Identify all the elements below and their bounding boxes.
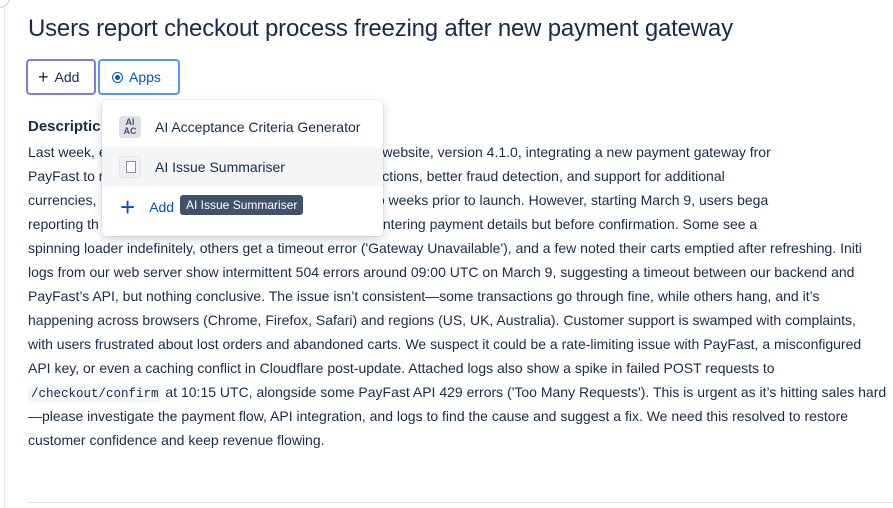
- description-line: happening across browsers (Chrome, Firef…: [28, 312, 856, 328]
- collapse-chevron-icon[interactable]: ›: [0, 0, 10, 8]
- description-line: —please investigate the payment flow, AP…: [28, 408, 849, 424]
- description-line: /checkout/confirm at 10:15 UTC, alongsid…: [28, 380, 893, 404]
- plus-icon: +: [38, 67, 49, 87]
- plus-icon: +: [120, 192, 136, 222]
- apps-dropdown-menu: AI AC AI Acceptance Criteria Generator A…: [102, 100, 383, 236]
- section-divider: [28, 502, 893, 503]
- issue-title[interactable]: Users report checkout process freezing a…: [28, 15, 733, 43]
- menu-item-ai-issue-summariser[interactable]: AI Issue Summariser: [102, 147, 383, 187]
- menu-item-label: AI Issue Summariser: [155, 159, 285, 175]
- inline-code: /checkout/confirm: [28, 386, 162, 402]
- description-line: with users frustrated about lost orders …: [28, 336, 862, 352]
- description-line: spinning loader indefinitely, others get…: [28, 240, 862, 256]
- add-button[interactable]: + Add: [26, 59, 96, 95]
- add-button-label: Add: [54, 69, 80, 85]
- description-line: PayFast’s API, but nothing conclusive. T…: [28, 288, 820, 304]
- description-line: API key, or even a caching conflict in C…: [28, 360, 775, 376]
- description-line: customer confidence and keep revenue flo…: [28, 432, 325, 448]
- menu-item-label: AI Acceptance Criteria Generator: [155, 119, 361, 135]
- panel-left-border: [4, 0, 5, 508]
- description-heading: Descriptic: [28, 118, 101, 135]
- menu-item-label: Add: [149, 199, 175, 215]
- apps-icon: [112, 71, 123, 83]
- summariser-icon: [119, 156, 141, 178]
- ac-icon: AI AC: [119, 116, 141, 138]
- tooltip: AI Issue Summariser: [180, 195, 304, 215]
- apps-button-label: Apps: [129, 69, 161, 85]
- menu-item-ai-acceptance-criteria-generator[interactable]: AI AC AI Acceptance Criteria Generator: [102, 107, 383, 147]
- apps-button[interactable]: Apps: [98, 59, 180, 95]
- description-line: logs from our web server show intermitte…: [28, 264, 855, 280]
